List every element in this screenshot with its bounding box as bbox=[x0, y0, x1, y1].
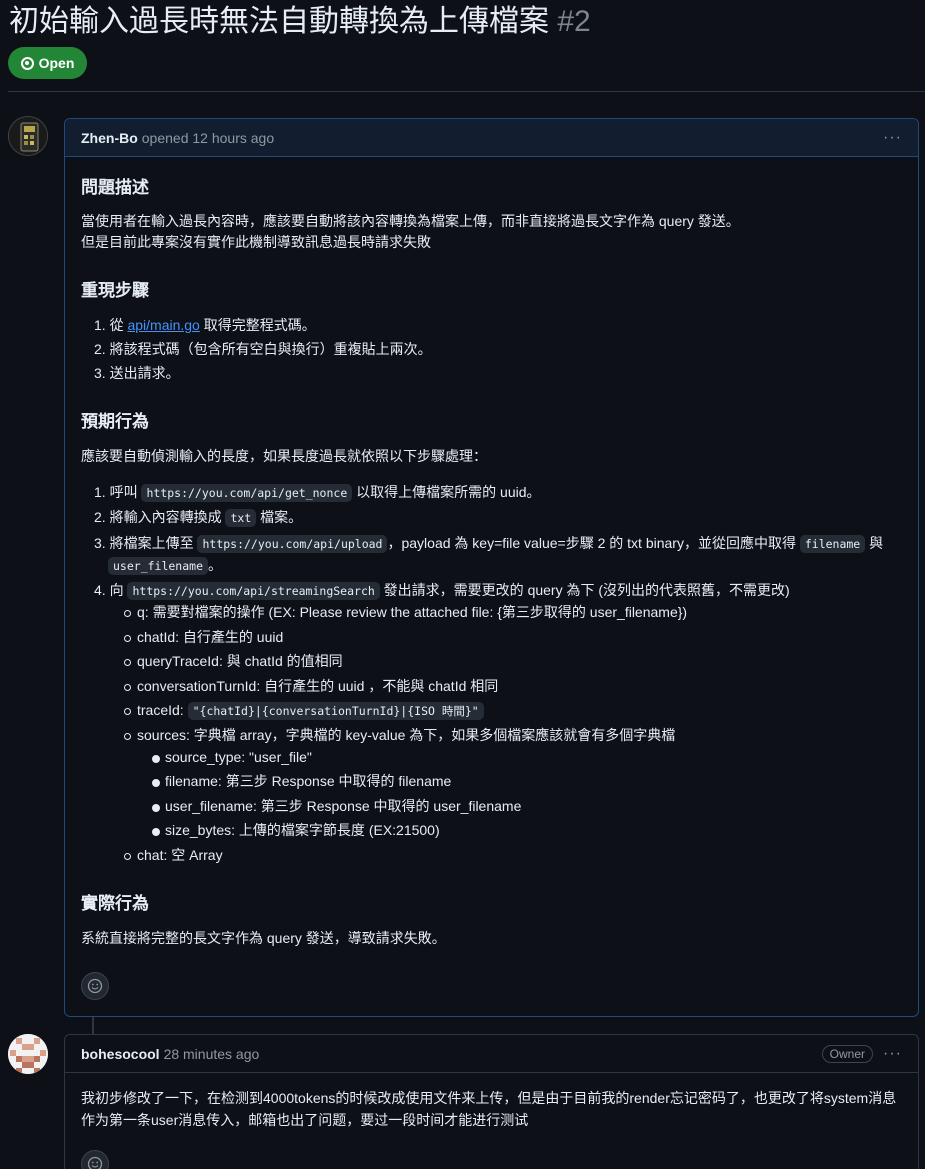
heading-actual: 實際行為 bbox=[81, 894, 149, 913]
list-item: 4. 向 https://you.com/api/streamingSearch… bbox=[94, 582, 790, 600]
heading-description: 問題描述 bbox=[81, 178, 149, 197]
comment-author[interactable]: bohesocool bbox=[81, 1046, 160, 1062]
list-item: 1. 呼叫 https://you.com/api/get_nonce 以取得上… bbox=[94, 484, 541, 502]
kebab-horizontal-icon[interactable]: ··· bbox=[883, 1045, 902, 1063]
list-item: 2. 將該程式碼（包含所有空白與換行）重複貼上兩次。 bbox=[94, 341, 432, 357]
sub-item-traceid: traceId: "{chatId}|{conversationTurnId}|… bbox=[124, 700, 484, 722]
comment-body: 問題描述 當使用者在輸入過長內容時，應該要自動將該內容轉換為檔案上傳，而非直接將… bbox=[65, 157, 918, 1016]
issue-title: 初始輸入過長時無法自動轉換為上傳檔案 bbox=[9, 5, 549, 38]
issue-body-comment: Zhen-Bo opened 12 hours ago ··· 問題描述 當使用… bbox=[64, 118, 919, 1017]
list-item-cont: user_filename。 bbox=[108, 555, 222, 577]
desc-line2: 但是目前此專案沒有實作此機制導致訊息過長時請求失敗 bbox=[81, 234, 431, 250]
smiley-icon bbox=[87, 978, 103, 994]
main-go-link[interactable]: api/main.go bbox=[127, 317, 199, 333]
list-item: 3. 送出請求。 bbox=[94, 365, 180, 381]
comment-time[interactable]: 28 minutes ago bbox=[164, 1046, 260, 1062]
smiley-icon bbox=[87, 1156, 103, 1169]
avatar-image bbox=[9, 117, 47, 155]
sub-sub-item-size-bytes: size_bytes: 上傳的檔案字節長度 (EX:21500) bbox=[152, 820, 440, 841]
kebab-horizontal-icon[interactable]: ··· bbox=[883, 129, 902, 147]
comment-line2: 作为第一条user消息传入，邮箱也出了问题，要过一段时间才能进行测试 bbox=[81, 1112, 529, 1128]
list-item: 3. 將檔案上傳至 https://you.com/api/upload ，pay… bbox=[94, 535, 884, 553]
comment-author[interactable]: Zhen-Bo bbox=[81, 130, 138, 146]
issue-state-badge: Open bbox=[8, 47, 87, 79]
add-reaction-button[interactable] bbox=[81, 1150, 109, 1169]
comment-body: 我初步修改了一下，在检测到4000tokens的时候改成使用文件来上传，但是由于… bbox=[65, 1073, 918, 1169]
sub-item-sources: sources: 字典檔 array，字典檔的 key-value 為下，如果多… bbox=[123, 725, 675, 746]
list-item: 2. 將輸入內容轉換成 txt 檔案。 bbox=[94, 509, 303, 527]
avatar[interactable] bbox=[8, 1034, 48, 1074]
issue-number: #2 bbox=[557, 5, 591, 38]
sub-item-chat: chat: 空 Array bbox=[124, 845, 223, 866]
add-reaction-button[interactable] bbox=[81, 972, 109, 1000]
heading-expected: 預期行為 bbox=[81, 412, 149, 431]
actual-text: 系統直接將完整的長文字作為 query 發送，導致請求失敗。 bbox=[81, 930, 446, 946]
comment-time[interactable]: 12 hours ago bbox=[192, 130, 274, 146]
timeline-connector bbox=[92, 1017, 94, 1034]
sub-sub-item-user-filename: user_filename: 第三步 Response 中取得的 user_fi… bbox=[151, 796, 521, 817]
issue-state-label: Open bbox=[38, 55, 75, 71]
comment-header: bohesocool 28 minutes ago Owner ··· bbox=[65, 1035, 918, 1073]
owner-badge: Owner bbox=[821, 1044, 874, 1063]
expected-intro: 應該要自動偵測輸入的長度，如果長度過長就依照以下步驟處理： bbox=[81, 448, 487, 464]
comment-action: opened bbox=[141, 129, 189, 146]
issue-title-row: 初始輸入過長時無法自動轉換為上傳檔案 #2 bbox=[9, 2, 591, 42]
issue-opened-icon bbox=[20, 56, 34, 70]
list-item: 1. 從 api/main.go 取得完整程式碼。 bbox=[94, 317, 316, 333]
sub-sub-item-source-type: source_type: "user_file" bbox=[152, 747, 312, 768]
sub-sub-item-filename: filename: 第三步 Response 中取得的 filename bbox=[151, 771, 451, 792]
sub-item-conversationturnid: conversationTurnId: 自行產生的 uuid ，不能與 chat… bbox=[123, 676, 498, 697]
heading-repro: 重現步驟 bbox=[81, 281, 149, 300]
avatar[interactable] bbox=[8, 116, 48, 156]
sub-item-querytraceid: queryTraceId: 與 chatId 的值相同 bbox=[124, 651, 343, 672]
sub-item-chatid: chatId: 自行產生的 uuid bbox=[123, 627, 283, 648]
comment-header: Zhen-Bo opened 12 hours ago ··· bbox=[65, 119, 918, 157]
sub-item-q: q: 需要對檔案的操作 (EX: Please review the attac… bbox=[123, 602, 687, 623]
comment: bohesocool 28 minutes ago Owner ··· 我初步修… bbox=[64, 1034, 919, 1169]
header-divider bbox=[8, 91, 925, 92]
comment-line1: 我初步修改了一下，在检测到4000tokens的时候改成使用文件来上传，但是由于… bbox=[81, 1090, 897, 1106]
desc-line1: 當使用者在輸入過長內容時，應該要自動將該內容轉換為檔案上傳，而非直接將過長文字作… bbox=[81, 213, 740, 229]
identicon-image bbox=[8, 1034, 48, 1074]
